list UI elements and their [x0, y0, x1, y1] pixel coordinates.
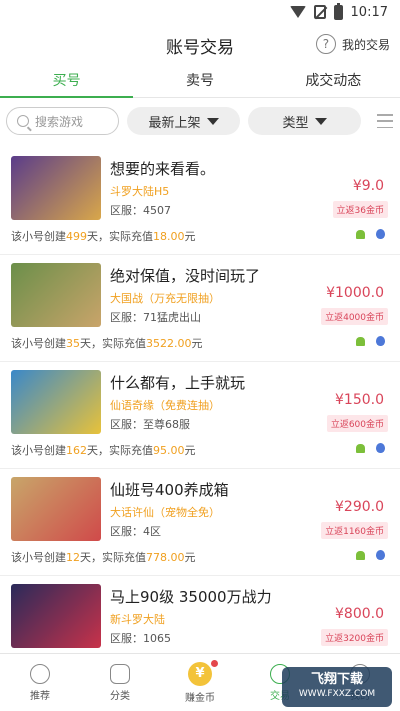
tab-sell[interactable]: 卖号 [133, 66, 266, 97]
apple-icon [376, 443, 385, 453]
nav-label: 推荐 [30, 690, 50, 702]
listing-price: ¥150.0 [335, 392, 384, 408]
rebate-badge: 立返600金币 [326, 415, 388, 432]
search-placeholder: 搜索游戏 [35, 114, 84, 129]
listing-item[interactable]: 绝对保值，没时间玩了 大国战（万充无限抽） 区服：71猛虎出山 ¥1000.0 … [0, 255, 400, 362]
type-dropdown[interactable]: 类型 [248, 107, 361, 135]
category-icon [110, 663, 130, 684]
notification-dot [211, 660, 218, 667]
android-icon [356, 444, 365, 453]
type-label: 类型 [282, 115, 309, 131]
tab-bar: 买号 卖号 成交动态 [0, 66, 400, 98]
apple-icon [376, 550, 385, 560]
game-name: 斗罗大陆H5 [110, 185, 170, 198]
nav-label: 赚金币 [185, 692, 215, 704]
game-name: 仙语奇缘（免费连抽） [110, 399, 220, 412]
game-name: 新斗罗大陆 [110, 613, 165, 626]
tab-deals[interactable]: 成交动态 [267, 66, 400, 97]
nav-label: 分类 [110, 690, 130, 702]
listing-title: 马上90级 35000万战力 [110, 588, 272, 606]
page-title: 账号交易 [166, 37, 234, 58]
nav-earn-coins[interactable]: ¥ 赚金币 [160, 654, 240, 711]
my-trade-button[interactable]: ? 我的交易 [315, 34, 390, 54]
status-bar: 10:17 [0, 0, 400, 24]
game-thumbnail [11, 263, 101, 327]
caret-down-icon [314, 117, 327, 125]
apple-icon [376, 336, 385, 346]
listing-item[interactable]: 仙班号400养成箱 大话许仙（宠物全免） 区服：4区 ¥290.0 立返1160… [0, 469, 400, 576]
game-thumbnail [11, 370, 101, 434]
help-icon[interactable]: ? [315, 34, 336, 54]
listing-price: ¥800.0 [335, 606, 384, 622]
server-name: 区服：至尊68服 [110, 418, 190, 431]
listing-list: 想要的来看看。 斗罗大陆H5 区服：4507 ¥9.0 立返36金币 该小号创建… [0, 148, 400, 683]
created-info: 该小号创建12天，实际充值778.00元 [11, 551, 196, 564]
apple-icon [376, 229, 385, 239]
server-name: 区服：4507 [110, 204, 171, 217]
search-icon [17, 115, 29, 127]
server-name: 区服：1065 [110, 632, 171, 645]
battery-icon [333, 2, 343, 20]
game-name: 大话许仙（宠物全免） [110, 506, 220, 519]
listing-price: ¥1000.0 [326, 285, 384, 301]
game-thumbnail [11, 477, 101, 541]
listing-price: ¥9.0 [352, 178, 384, 194]
my-trade-label: 我的交易 [341, 37, 390, 52]
star-icon [30, 663, 50, 684]
rebate-badge: 立返36金币 [332, 201, 388, 218]
rebate-badge: 立返3200金币 [321, 629, 388, 646]
server-name: 区服：4区 [110, 525, 161, 538]
list-view-icon[interactable] [377, 114, 393, 128]
rebate-badge: 立返1160金币 [321, 522, 388, 539]
android-icon [356, 551, 365, 560]
sort-label: 最新上架 [148, 115, 201, 131]
created-info: 该小号创建35天，实际充值3522.00元 [11, 337, 203, 350]
game-thumbnail [11, 156, 101, 220]
watermark-logo: 飞翔下载 WWW.FXXZ.COM [282, 667, 392, 707]
created-info: 该小号创建499天，实际充值18.00元 [11, 230, 196, 243]
android-icon [356, 337, 365, 346]
bottom-nav: 推荐 分类 ¥ 赚金币 交易 我的 飞翔下载 WWW.FXXZ.COM [0, 653, 400, 711]
listing-title: 什么都有，上手就玩 [110, 374, 246, 392]
nav-category[interactable]: 分类 [80, 654, 160, 711]
listing-item[interactable]: 想要的来看看。 斗罗大陆H5 区服：4507 ¥9.0 立返36金币 该小号创建… [0, 148, 400, 255]
nav-recommend[interactable]: 推荐 [0, 654, 80, 711]
rebate-badge: 立返4000金币 [321, 308, 388, 325]
coin-icon: ¥ [188, 661, 212, 686]
listing-item[interactable]: 什么都有，上手就玩 仙语奇缘（免费连抽） 区服：至尊68服 ¥150.0 立返6… [0, 362, 400, 469]
filter-bar: 搜索游戏 最新上架 类型 [0, 106, 400, 136]
header: 账号交易 ? 我的交易 [0, 24, 400, 66]
listing-title: 绝对保值，没时间玩了 [110, 267, 261, 285]
server-name: 区服：71猛虎出山 [110, 311, 201, 324]
sort-dropdown[interactable]: 最新上架 [127, 107, 240, 135]
no-sim-icon [313, 5, 326, 19]
game-name: 大国战（万充无限抽） [110, 292, 220, 305]
tab-buy[interactable]: 买号 [0, 66, 134, 98]
listing-title: 想要的来看看。 [110, 160, 216, 178]
game-thumbnail [11, 584, 101, 648]
clock: 10:17 [350, 4, 388, 20]
listing-title: 仙班号400养成箱 [110, 481, 229, 499]
wifi-icon [289, 6, 306, 18]
search-input[interactable]: 搜索游戏 [6, 107, 119, 135]
created-info: 该小号创建162天，实际充值95.00元 [11, 444, 196, 457]
android-icon [356, 230, 365, 239]
listing-price: ¥290.0 [335, 499, 384, 515]
caret-down-icon [206, 117, 219, 125]
